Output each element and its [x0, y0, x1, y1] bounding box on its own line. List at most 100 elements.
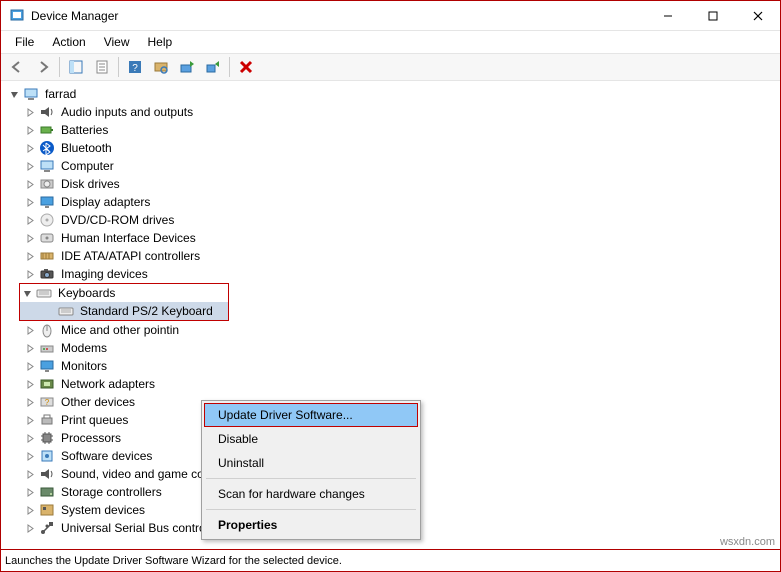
- expand-icon[interactable]: [23, 195, 37, 209]
- tree-root[interactable]: farrad: [7, 85, 778, 103]
- tree-item-network[interactable]: Network adapters: [7, 375, 778, 393]
- imaging-icon: [39, 266, 55, 282]
- expand-icon[interactable]: [23, 395, 37, 409]
- update-driver-icon[interactable]: [175, 55, 199, 79]
- tree-item-audio[interactable]: Audio inputs and outputs: [7, 103, 778, 121]
- expand-icon[interactable]: [23, 231, 37, 245]
- menu-help[interactable]: Help: [140, 33, 181, 51]
- tree-item-display[interactable]: Display adapters: [7, 193, 778, 211]
- tree-item-label: IDE ATA/ATAPI controllers: [59, 249, 202, 263]
- tree-item-hid[interactable]: Human Interface Devices: [7, 229, 778, 247]
- expand-icon[interactable]: [23, 267, 37, 281]
- tree-item-label: Monitors: [59, 359, 109, 373]
- tree-item-label: DVD/CD-ROM drives: [59, 213, 176, 227]
- tree-item-modem[interactable]: Modems: [7, 339, 778, 357]
- bluetooth-icon: [39, 140, 55, 156]
- expand-icon[interactable]: [23, 485, 37, 499]
- forward-button[interactable]: [31, 55, 55, 79]
- help-icon[interactable]: ?: [123, 55, 147, 79]
- menu-view[interactable]: View: [96, 33, 138, 51]
- tree-item-computer[interactable]: Computer: [7, 157, 778, 175]
- menu-file[interactable]: File: [7, 33, 42, 51]
- tree-item-label: Display adapters: [59, 195, 152, 209]
- expand-icon[interactable]: [23, 341, 37, 355]
- context-menu: Update Driver Software... Disable Uninst…: [201, 400, 421, 540]
- expand-icon[interactable]: [23, 521, 37, 535]
- uninstall-icon[interactable]: [201, 55, 225, 79]
- battery-icon: [39, 122, 55, 138]
- tree-item-imaging[interactable]: Imaging devices: [7, 265, 778, 283]
- tree-item-label: Other devices: [59, 395, 137, 409]
- delete-icon[interactable]: [234, 55, 258, 79]
- expander-spacer: [42, 304, 56, 318]
- tree-item-label: Keyboards: [56, 286, 117, 300]
- expand-icon[interactable]: [23, 467, 37, 481]
- ctx-disable[interactable]: Disable: [204, 427, 418, 451]
- highlight-box: Keyboards Standard PS/2 Keyboard: [19, 283, 229, 321]
- printer-icon: [39, 412, 55, 428]
- tree-item-keyboard[interactable]: Keyboards: [20, 284, 228, 302]
- expand-icon[interactable]: [23, 503, 37, 517]
- expand-icon[interactable]: [23, 105, 37, 119]
- tree-item-bluetooth[interactable]: Bluetooth: [7, 139, 778, 157]
- keyboard-icon: [58, 303, 74, 319]
- software-icon: [39, 448, 55, 464]
- expand-icon[interactable]: [23, 413, 37, 427]
- ctx-scan[interactable]: Scan for hardware changes: [204, 482, 418, 506]
- collapse-icon[interactable]: [20, 286, 34, 300]
- app-icon: [9, 8, 25, 24]
- sound-icon: [39, 466, 55, 482]
- tree-item-ide[interactable]: IDE ATA/ATAPI controllers: [7, 247, 778, 265]
- tree-item-label: Human Interface Devices: [59, 231, 198, 245]
- tree-item-mouse[interactable]: Mice and other pointin: [7, 321, 778, 339]
- expand-icon[interactable]: [23, 177, 37, 191]
- close-button[interactable]: [735, 1, 780, 30]
- show-hide-console-tree-icon[interactable]: [64, 55, 88, 79]
- ctx-properties[interactable]: Properties: [204, 513, 418, 537]
- tree-item-dvd[interactable]: DVD/CD-ROM drives: [7, 211, 778, 229]
- scan-hardware-icon[interactable]: [149, 55, 173, 79]
- tree-item-monitor[interactable]: Monitors: [7, 357, 778, 375]
- maximize-button[interactable]: [690, 1, 735, 30]
- expand-icon[interactable]: [23, 213, 37, 227]
- keyboard-icon: [36, 285, 52, 301]
- properties-icon[interactable]: [90, 55, 114, 79]
- expand-icon[interactable]: [23, 159, 37, 173]
- menubar: File Action View Help: [1, 31, 780, 53]
- minimize-button[interactable]: [645, 1, 690, 30]
- tree-item-label: farrad: [43, 87, 78, 101]
- expand-icon[interactable]: [23, 323, 37, 337]
- expand-icon[interactable]: [23, 359, 37, 373]
- modem-icon: [39, 340, 55, 356]
- ctx-update-driver[interactable]: Update Driver Software...: [204, 403, 418, 427]
- expand-icon[interactable]: [23, 449, 37, 463]
- tree-item-disk[interactable]: Disk drives: [7, 175, 778, 193]
- device-tree[interactable]: farrad Audio inputs and outputs Batteries B…: [1, 81, 780, 549]
- expand-icon[interactable]: [23, 249, 37, 263]
- tree-item-label: Modems: [59, 341, 109, 355]
- tree-item-label: Bluetooth: [59, 141, 114, 155]
- menu-action[interactable]: Action: [44, 33, 93, 51]
- watermark: wsxdn.com: [720, 536, 775, 548]
- tree-item-label: Print queues: [59, 413, 130, 427]
- monitor-icon: [39, 358, 55, 374]
- collapse-icon[interactable]: [7, 87, 21, 101]
- window-title: Device Manager: [31, 9, 645, 23]
- tree-item-label: Computer: [59, 159, 116, 173]
- other-icon: ?: [39, 394, 55, 410]
- expand-icon[interactable]: [23, 431, 37, 445]
- expand-icon[interactable]: [23, 123, 37, 137]
- display-icon: [39, 194, 55, 210]
- tree-item-label: Audio inputs and outputs: [59, 105, 195, 119]
- tree-item-battery[interactable]: Batteries: [7, 121, 778, 139]
- ctx-separator: [206, 478, 416, 479]
- ctx-uninstall[interactable]: Uninstall: [204, 451, 418, 475]
- tree-item-keyboard-child[interactable]: Standard PS/2 Keyboard: [20, 302, 228, 320]
- expand-icon[interactable]: [23, 377, 37, 391]
- tree-item-label: System devices: [59, 503, 147, 517]
- computer-root-icon: [23, 86, 39, 102]
- expand-icon[interactable]: [23, 141, 37, 155]
- network-icon: [39, 376, 55, 392]
- computer-icon: [39, 158, 55, 174]
- back-button[interactable]: [5, 55, 29, 79]
